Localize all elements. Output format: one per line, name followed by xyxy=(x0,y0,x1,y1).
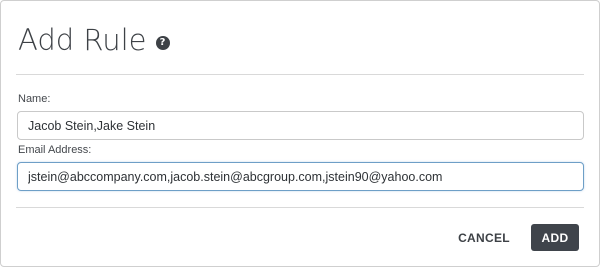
add-rule-dialog: Add Rule ? Name: Email Address: CANCEL A… xyxy=(0,0,600,267)
name-input[interactable] xyxy=(17,111,584,140)
cancel-button[interactable]: CANCEL xyxy=(453,225,515,251)
help-icon[interactable]: ? xyxy=(155,36,170,50)
email-address-input[interactable] xyxy=(17,162,584,191)
add-button[interactable]: ADD xyxy=(531,224,579,251)
footer-divider xyxy=(16,207,584,208)
header-divider xyxy=(16,74,584,75)
email-address-label: Email Address: xyxy=(18,144,92,156)
dialog-title: Add Rule xyxy=(18,23,147,57)
name-label: Name: xyxy=(18,93,51,105)
dialog-header: Add Rule ? xyxy=(18,18,170,62)
